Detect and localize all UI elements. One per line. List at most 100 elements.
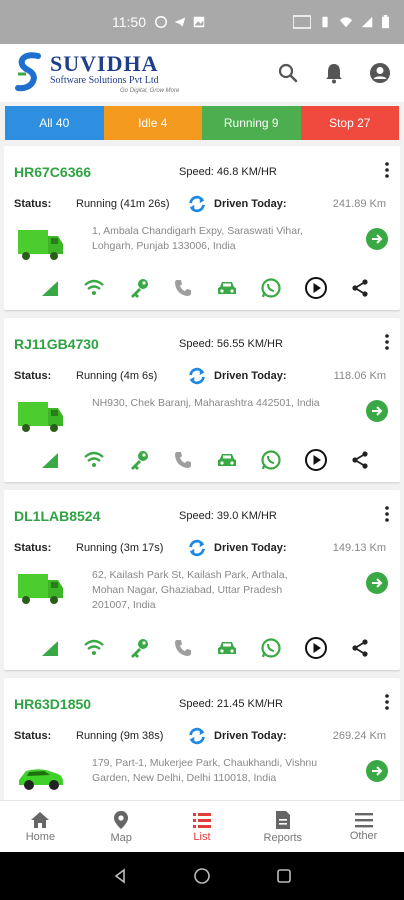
driven-today-label: Driven Today: (214, 198, 287, 210)
wifi-icon (82, 448, 106, 472)
driven-today-value: 241.89 Km (332, 198, 386, 210)
share-icon[interactable] (348, 448, 372, 472)
car-status-icon (215, 636, 239, 660)
vehicle-list[interactable]: HR67C6366 Speed: 46.8 KM/HR Status: Runn… (4, 146, 400, 800)
more-options-icon[interactable] (384, 162, 390, 178)
system-navigation-bar (0, 852, 404, 900)
driven-today-label: Driven Today: (214, 370, 287, 382)
brand-tagline: Go Digital, Grow More (120, 87, 180, 94)
wifi-icon (82, 276, 106, 300)
system-status-bar: 11:50 (0, 0, 404, 44)
report-icon (275, 810, 290, 829)
more-options-icon[interactable] (384, 506, 390, 522)
notification-icons (154, 15, 206, 29)
nav-home[interactable]: Home (0, 801, 81, 852)
nav-map[interactable]: Map (81, 801, 162, 852)
notifications-button[interactable] (322, 61, 346, 85)
app-header: SUVIDHA Software Solutions Pvt Ltd Go Di… (0, 44, 404, 102)
ignition-key-icon (127, 276, 151, 300)
wifi-status-icon (339, 17, 353, 28)
navigate-button[interactable] (366, 572, 388, 594)
driven-today-value: 149.13 Km (332, 542, 386, 554)
vehicle-number: DL1LAB8524 (14, 508, 101, 524)
bottom-navigation: Home Map List Reports Other (0, 800, 404, 852)
navigate-button[interactable] (366, 228, 388, 250)
filter-idle-tab[interactable]: Idle 4 (103, 106, 202, 140)
navigate-button[interactable] (366, 400, 388, 422)
vehicle-filter-tabs: All 40 Idle 4 Running 9 Stop 27 (5, 106, 399, 140)
arrow-right-icon (372, 766, 383, 776)
vehicle-card[interactable]: RJ11GB4730 Speed: 56.55 KM/HR Status: Ru… (4, 318, 400, 482)
whatsapp-share-icon[interactable] (259, 448, 283, 472)
status-value: Running (4m 6s) (76, 370, 158, 382)
filter-all-tab[interactable]: All 40 (5, 106, 104, 140)
truck-icon (18, 230, 63, 260)
status-value: Running (3m 17s) (76, 542, 164, 554)
account-button[interactable] (368, 61, 392, 85)
whatsapp-share-icon[interactable] (259, 636, 283, 660)
status-label: Status: (14, 730, 52, 742)
filter-stop-tab[interactable]: Stop 27 (300, 106, 399, 140)
playback-icon[interactable] (304, 276, 328, 300)
search-icon (278, 63, 298, 83)
arrow-right-icon (372, 234, 383, 244)
refresh-icon[interactable] (186, 365, 208, 387)
whatsapp-notif-icon (155, 16, 167, 28)
ignition-key-icon (127, 448, 151, 472)
call-driver-icon[interactable] (171, 448, 195, 472)
brand-s-icon (15, 52, 41, 92)
vehicle-address: 62, Kailash Park St, Kailash Park, Artha… (92, 569, 288, 611)
vehicle-number: HR67C6366 (14, 164, 92, 180)
account-icon (370, 63, 390, 83)
wifi-icon (82, 636, 106, 660)
driven-today-value: 118.06 Km (333, 370, 386, 382)
nav-list[interactable]: List (162, 801, 243, 852)
status-time: 11:50 (112, 14, 146, 30)
refresh-icon[interactable] (186, 537, 208, 559)
driven-today-label: Driven Today: (214, 542, 287, 554)
playback-icon[interactable] (304, 448, 328, 472)
volte-icon (293, 15, 311, 29)
home-icon (31, 811, 50, 828)
signal-strength-icon (38, 276, 62, 300)
nav-home-label: Home (25, 830, 56, 843)
back-icon[interactable] (112, 868, 128, 884)
signal-strength-icon (38, 448, 62, 472)
call-driver-icon[interactable] (171, 636, 195, 660)
home-circle-icon[interactable] (193, 867, 211, 885)
nav-map-label: Map (110, 831, 132, 844)
nav-reports-label: Reports (263, 831, 303, 844)
brand-name: SUVIDHA (50, 50, 159, 76)
signal-icon (361, 16, 373, 28)
call-driver-icon[interactable] (171, 276, 195, 300)
more-options-icon[interactable] (384, 334, 390, 350)
navigate-button[interactable] (366, 760, 388, 782)
vehicle-card[interactable]: HR67C6366 Speed: 46.8 KM/HR Status: Runn… (4, 146, 400, 310)
driven-today-label: Driven Today: (214, 730, 287, 742)
search-button[interactable] (276, 61, 300, 85)
status-value: Running (41m 26s) (76, 198, 170, 210)
menu-icon (354, 812, 373, 827)
vehicle-address: NH930, Chek Baranj, Maharashtra 442501, … (92, 397, 320, 409)
share-icon[interactable] (348, 276, 372, 300)
vehicle-speed: Speed: 21.45 KM/HR (179, 698, 283, 710)
share-icon[interactable] (348, 636, 372, 660)
status-label: Status: (14, 370, 52, 382)
filter-running-tab[interactable]: Running 9 (202, 106, 301, 140)
status-value: Running (9m 38s) (76, 730, 164, 742)
map-pin-icon (114, 810, 129, 829)
battery-icon (382, 15, 389, 29)
brand-subtitle: Software Solutions Pvt Ltd (50, 74, 159, 86)
nav-reports[interactable]: Reports (242, 801, 323, 852)
playback-icon[interactable] (304, 636, 328, 660)
more-options-icon[interactable] (384, 694, 390, 710)
nav-other[interactable]: Other (323, 801, 404, 852)
vehicle-card[interactable]: HR63D1850 Speed: 21.45 KM/HR Status: Run… (4, 678, 400, 800)
telegram-notif-icon (174, 17, 186, 27)
refresh-icon[interactable] (186, 193, 208, 215)
whatsapp-share-icon[interactable] (259, 276, 283, 300)
refresh-icon[interactable] (186, 725, 208, 747)
recents-icon[interactable] (276, 868, 292, 884)
vehicle-address: 1, Ambala Chandigarh Expy, Saraswati Vih… (92, 225, 303, 252)
vehicle-card[interactable]: DL1LAB8524 Speed: 39.0 KM/HR Status: Run… (4, 490, 400, 670)
